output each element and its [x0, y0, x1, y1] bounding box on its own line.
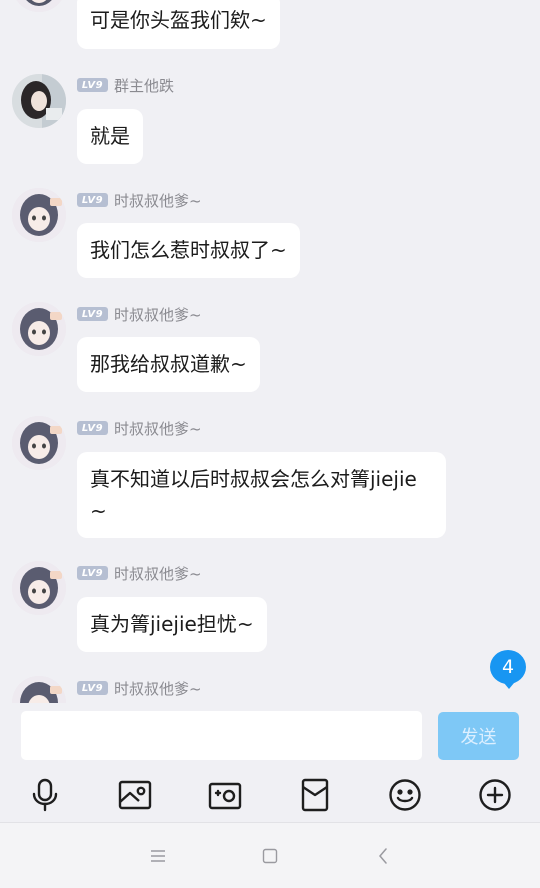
level-badge: LV9: [77, 307, 108, 321]
sender-info: LV9 群主他跌: [77, 75, 174, 96]
input-toolbar: [0, 767, 540, 822]
red-packet-icon[interactable]: [297, 777, 333, 813]
level-badge: LV9: [77, 78, 108, 92]
send-button[interactable]: 发送: [438, 712, 519, 760]
sender-info: LV9 时叔叔他爹~: [77, 190, 202, 211]
sender-info: LV9 时叔叔他爹~: [77, 418, 202, 439]
emoji-icon[interactable]: [387, 777, 423, 813]
sender-nickname[interactable]: 时叔叔他爹~: [114, 418, 202, 439]
avatar[interactable]: [12, 0, 66, 12]
avatar[interactable]: [12, 561, 66, 615]
message-bubble[interactable]: 真为箐jiejie担忧~: [77, 597, 267, 652]
message-bubble[interactable]: 就是: [77, 109, 143, 164]
message-input-bar: 发送: [0, 703, 540, 767]
home-icon[interactable]: [257, 843, 283, 869]
level-badge: LV9: [77, 193, 108, 207]
sender-nickname[interactable]: 时叔叔他爹~: [114, 678, 202, 699]
camera-icon[interactable]: [207, 777, 243, 813]
chat-message-list[interactable]: 可是你头盔我们欸~ LV9 群主他跌 就是 LV9 时叔叔他爹~ 我们怎么惹时叔…: [0, 0, 540, 703]
avatar[interactable]: [12, 74, 66, 128]
sender-info: LV9 时叔叔他爹~: [77, 563, 202, 584]
sender-info: LV9 时叔叔他爹~: [77, 678, 202, 699]
back-icon[interactable]: [370, 843, 396, 869]
sender-nickname[interactable]: 时叔叔他爹~: [114, 304, 202, 325]
picture-icon[interactable]: [117, 777, 153, 813]
sender-nickname[interactable]: 时叔叔他爹~: [114, 190, 202, 211]
avatar[interactable]: [12, 188, 66, 242]
microphone-icon[interactable]: [27, 777, 63, 813]
message-bubble[interactable]: 真不知道以后时叔叔会怎么对箐jiejie~: [77, 452, 446, 538]
avatar[interactable]: [12, 676, 66, 703]
avatar[interactable]: [12, 302, 66, 356]
system-navigation-bar: [0, 822, 540, 888]
sender-nickname[interactable]: 时叔叔他爹~: [114, 563, 202, 584]
level-badge: LV9: [77, 421, 108, 435]
unread-count-badge[interactable]: 4: [490, 650, 526, 689]
message-bubble[interactable]: 那我给叔叔道歉~: [77, 337, 260, 392]
plus-icon[interactable]: [477, 777, 513, 813]
level-badge: LV9: [77, 681, 108, 695]
message-input[interactable]: [21, 711, 422, 760]
sender-nickname[interactable]: 群主他跌: [114, 75, 174, 96]
menu-icon[interactable]: [145, 843, 171, 869]
level-badge: LV9: [77, 566, 108, 580]
message-bubble[interactable]: 可是你头盔我们欸~: [77, 0, 280, 49]
message-bubble[interactable]: 我们怎么惹时叔叔了~: [77, 223, 300, 278]
avatar[interactable]: [12, 416, 66, 470]
sender-info: LV9 时叔叔他爹~: [77, 304, 202, 325]
